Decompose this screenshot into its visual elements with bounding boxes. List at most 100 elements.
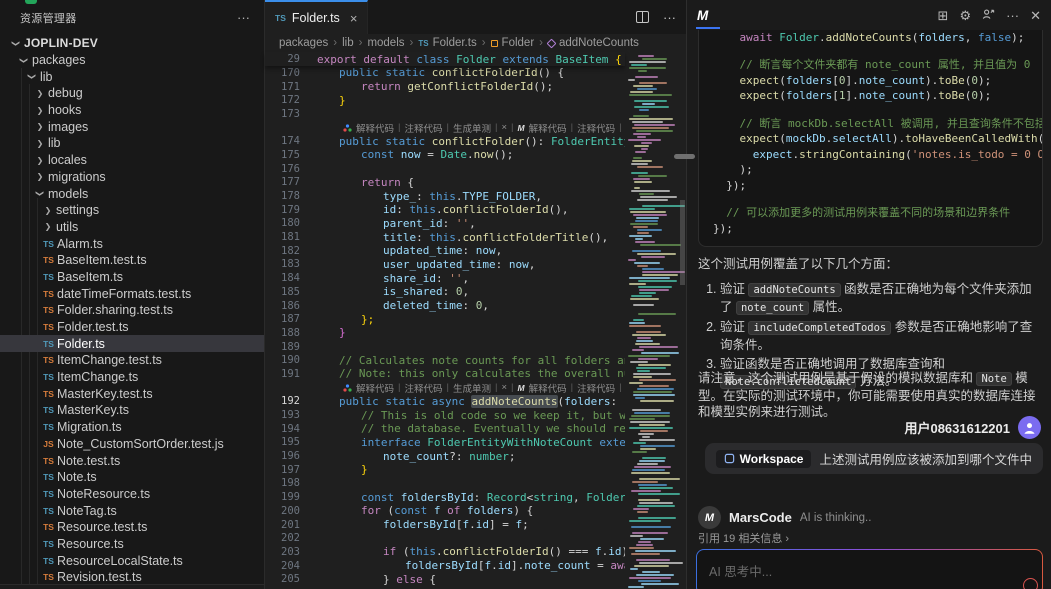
breadcrumb-item-lib[interactable]: lib <box>342 37 354 49</box>
code-line[interactable]: 196note_count?: number; <box>265 449 686 463</box>
code-line[interactable]: 178type_: this.TYPE_FOLDER, <box>265 189 686 203</box>
codelens-dismiss[interactable]: × <box>501 382 507 393</box>
tree-item-noteresource-ts[interactable]: TSNoteResource.ts <box>0 486 264 503</box>
tree-item-migration-ts[interactable]: TSMigration.ts <box>0 419 264 436</box>
tree-item-masterkey-test-ts[interactable]: TSMasterKey.test.ts <box>0 385 264 402</box>
codelens-action[interactable]: 注释代码 <box>404 121 442 135</box>
chevron-right-icon[interactable]: ❯ <box>40 222 56 231</box>
code-line[interactable]: 179id: this.conflictFolderId(), <box>265 203 686 217</box>
stop-generation-button[interactable] <box>1023 578 1038 589</box>
tree-item-locales[interactable]: ❯locales <box>0 152 264 169</box>
codelens-action[interactable]: 注释代码 <box>577 121 615 135</box>
tree-item-models[interactable]: ❯models <box>0 185 264 202</box>
code-viewport[interactable]: 170public static conflictFolderId() {171… <box>265 66 686 589</box>
split-editor-icon[interactable] <box>636 11 649 23</box>
code-line[interactable]: 175const now = Date.now(); <box>265 148 686 162</box>
tree-item-migrations[interactable]: ❯migrations <box>0 169 264 186</box>
code-line[interactable]: 197} <box>265 463 686 477</box>
references-link[interactable]: 引用 19 相关信息 › <box>698 530 789 546</box>
editor-scrollbar-thumb[interactable] <box>680 200 685 285</box>
tree-item-datetimeformats-test-ts[interactable]: TSdateTimeFormats.test.ts <box>0 285 264 302</box>
tree-item-notetag-ts[interactable]: TSNoteTag.ts <box>0 502 264 519</box>
code-line[interactable]: 191// Note: this only calculates the ove… <box>265 367 686 381</box>
tree-root-joplin-dev[interactable]: ❯JOPLIN-DEV <box>0 35 264 52</box>
chevron-right-icon[interactable]: ❯ <box>32 156 48 165</box>
chevron-right-icon[interactable]: ❯ <box>32 139 48 148</box>
codelens-action[interactable]: 解释代码 <box>529 381 567 395</box>
tree-item-packages[interactable]: ❯packages <box>0 52 264 69</box>
outline-section-collapsed[interactable] <box>0 584 264 589</box>
chevron-right-icon[interactable]: ❯ <box>32 172 48 181</box>
codelens-action[interactable]: 解释代码 <box>529 121 567 135</box>
code-line[interactable]: 172} <box>265 93 686 107</box>
code-line[interactable]: 189 <box>265 340 686 354</box>
tree-item-hooks[interactable]: ❯hooks <box>0 102 264 119</box>
tree-item-baseitem-ts[interactable]: TSBaseItem.ts <box>0 269 264 286</box>
tree-item-resourcelocalstate-ts[interactable]: TSResourceLocalState.ts <box>0 552 264 569</box>
chevron-down-icon[interactable]: ❯ <box>12 35 21 51</box>
tree-item-revision-test-ts[interactable]: TSRevision.test.ts <box>0 569 264 584</box>
code-line[interactable]: 202 <box>265 531 686 545</box>
new-chat-icon[interactable]: ⊞ <box>938 9 949 22</box>
breadcrumb-item-models[interactable]: models <box>367 37 404 49</box>
tree-item-note-customsortorder-test-js[interactable]: JSNote_CustomSortOrder.test.js <box>0 436 264 453</box>
code-line[interactable]: 185is_shared: 0, <box>265 285 686 299</box>
code-line[interactable]: 205} else { <box>265 572 686 586</box>
code-line[interactable]: 181title: this.conflictFolderTitle(), <box>265 230 686 244</box>
code-line[interactable]: 194// the database. Eventually we should… <box>265 422 686 436</box>
chat-input[interactable]: AI 思考中... <box>696 549 1043 589</box>
code-line[interactable]: 203if (this.conflictFolderId() === f.id)… <box>265 545 686 559</box>
code-line[interactable]: 170public static conflictFolderId() { <box>265 66 686 80</box>
code-line[interactable]: 183user_updated_time: now, <box>265 258 686 272</box>
codelens-line[interactable]: 解释代码|注释代码|生成单测|×|M解释代码|注释代码|生成单测|× <box>265 121 686 135</box>
chevron-right-icon[interactable]: ❯ <box>32 89 48 98</box>
panel-close-icon[interactable]: ✕ <box>1030 9 1041 22</box>
breadcrumb-item-packages[interactable]: packages <box>279 37 328 49</box>
codelens-line[interactable]: 解释代码|注释代码|生成单测|×|M解释代码|注释代码|生成单测|× <box>265 381 686 395</box>
code-line[interactable]: 177return { <box>265 176 686 190</box>
code-line[interactable]: 187}; <box>265 312 686 326</box>
explorer-more-icon[interactable]: ··· <box>237 10 250 25</box>
tree-item-images[interactable]: ❯images <box>0 118 264 135</box>
tree-item-note-test-ts[interactable]: TSNote.test.ts <box>0 452 264 469</box>
chevron-down-icon[interactable]: ❯ <box>20 52 29 68</box>
panel-more-icon[interactable]: ··· <box>1006 9 1019 22</box>
code-line[interactable]: 201foldersById[f.id] = f; <box>265 518 686 532</box>
chevron-down-icon[interactable]: ❯ <box>36 186 45 202</box>
tab-folder-ts[interactable]: TS Folder.ts × <box>265 0 368 34</box>
code-line[interactable]: 180parent_id: '', <box>265 217 686 231</box>
chevron-right-icon[interactable]: ❯ <box>32 106 48 115</box>
code-line[interactable]: 29export default class Folder extends Ba… <box>265 52 622 66</box>
breadcrumb-item-folder[interactable]: Folder <box>491 37 535 49</box>
code-line[interactable]: 193// This is old code so we keep it, bu… <box>265 408 686 422</box>
tree-item-masterkey-ts[interactable]: TSMasterKey.ts <box>0 402 264 419</box>
tab-close-icon[interactable]: × <box>350 11 358 26</box>
codelens-action[interactable]: 注释代码 <box>577 381 615 395</box>
tree-item-alarm-ts[interactable]: TSAlarm.ts <box>0 235 264 252</box>
codelens-dismiss[interactable]: × <box>501 122 507 133</box>
chevron-right-icon[interactable]: ❯ <box>32 122 48 131</box>
code-line[interactable]: 171return getConflictFolderId(); <box>265 80 686 94</box>
code-line[interactable]: 174public static conflictFolder(): Folde… <box>265 134 686 148</box>
codelens-action[interactable]: 解释代码 <box>356 121 394 135</box>
code-line[interactable]: 199const foldersById: Record<string, Fol… <box>265 490 686 504</box>
tree-item-baseitem-test-ts[interactable]: TSBaseItem.test.ts <box>0 252 264 269</box>
tree-item-lib[interactable]: ❯lib <box>0 135 264 152</box>
code-line[interactable]: 204foldersById[f.id].note_count = await … <box>265 559 686 573</box>
code-line[interactable]: 188} <box>265 326 686 340</box>
marscode-logo-icon[interactable]: M <box>697 8 707 23</box>
code-line[interactable]: 186deleted_time: 0, <box>265 299 686 313</box>
tree-item-resource-test-ts[interactable]: TSResource.test.ts <box>0 519 264 536</box>
code-line[interactable]: 190// Calculates note counts for all fol… <box>265 353 686 367</box>
tree-item-itemchange-test-ts[interactable]: TSItemChange.test.ts <box>0 352 264 369</box>
editor-more-icon[interactable]: ··· <box>663 10 676 25</box>
code-line[interactable]: 173 <box>265 107 686 121</box>
breadcrumb-item-addnotecounts[interactable]: addNoteCounts <box>548 37 639 49</box>
tree-item-settings[interactable]: ❯settings <box>0 202 264 219</box>
code-line[interactable]: 198 <box>265 477 686 491</box>
chevron-right-icon[interactable]: ❯ <box>40 206 56 215</box>
tree-item-itemchange-ts[interactable]: TSItemChange.ts <box>0 369 264 386</box>
tree-item-folder-sharing-test-ts[interactable]: TSFolder.sharing.test.ts <box>0 302 264 319</box>
settings-gear-icon[interactable]: ⚙ <box>959 9 971 22</box>
breadcrumb-item-folder-ts[interactable]: TSFolder.ts <box>418 37 476 49</box>
